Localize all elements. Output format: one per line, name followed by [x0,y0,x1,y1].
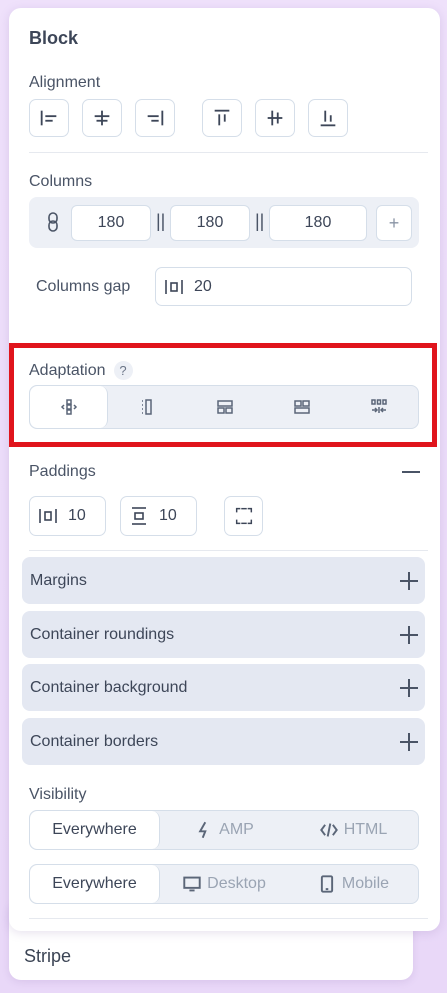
padding-sides-icon [235,507,252,525]
adaptation-option-columns[interactable] [108,386,185,428]
alignment-label: Alignment [29,74,101,91]
columns-label: Columns [29,173,93,190]
container-background-label: Container background [30,678,188,696]
visibility-device-desktop[interactable]: Desktop [160,865,289,903]
column-2-width-input[interactable]: 180 [170,205,250,241]
columns-gap-value: 20 [194,277,212,295]
margins-label: Margins [30,571,87,589]
padding-horizontal-value: 10 [68,507,86,524]
divider [29,152,428,153]
desktop-label: Desktop [207,875,266,892]
margins-section[interactable]: Margins [22,557,425,604]
paddings-label: Paddings [29,463,96,480]
column-separator: || [255,211,265,231]
expand-icon [399,732,419,752]
column-separator: || [156,211,166,231]
expand-icon [399,678,419,698]
adaptation-option-two-rows[interactable] [186,386,263,428]
columns-gap-label: Columns gap [36,278,131,295]
amp-label: AMP [219,821,254,838]
gap-icon [165,279,183,294]
adaptation-header: Adaptation ? [29,361,133,380]
columns-gap-input[interactable]: 20 [155,267,412,306]
expand-icon [399,571,419,591]
padding-vertical-value: 10 [159,507,177,524]
padding-vertical-input[interactable]: 10 [120,496,197,536]
visibility-format-amp[interactable]: AMP [160,811,289,849]
align-middle-button[interactable] [255,99,295,137]
help-icon[interactable]: ? [113,361,133,380]
adaptation-option-shrink[interactable] [341,386,418,428]
two-rows-icon [216,400,233,414]
column-dots-icon [142,399,152,415]
visibility-device-selector: Everywhere Desktop Mobile [29,864,419,904]
padding-horizontal-input[interactable]: 10 [29,496,106,536]
grid-icon [294,400,310,414]
padding-horizontal-icon [39,509,57,523]
add-column-button[interactable]: + [376,205,412,241]
align-left-button[interactable] [29,99,69,137]
container-borders-section[interactable]: Container borders [22,718,425,765]
shrink-icon [371,399,388,413]
align-center-horizontal-icon [94,110,110,126]
column-1-width-input[interactable]: 180 [71,205,151,241]
divider [29,550,428,551]
desktop-icon [183,876,201,892]
divider [29,918,428,919]
stack-icon [60,399,77,415]
visibility-format-html[interactable]: HTML [289,811,418,849]
visibility-device-everywhere[interactable]: Everywhere [30,865,160,903]
html-label: HTML [343,821,388,838]
mobile-label: Mobile [341,875,390,892]
visibility-label: Visibility [29,786,87,803]
align-middle-vertical-icon [267,110,283,126]
panel-title: Block [29,28,79,48]
link-icon[interactable] [44,212,62,232]
align-center-button[interactable] [82,99,122,137]
align-bottom-button[interactable] [308,99,348,137]
adaptation-selector [29,385,419,429]
container-borders-label: Container borders [30,732,159,750]
adaptation-option-grid[interactable] [263,386,340,428]
adaptation-label: Adaptation [29,361,106,379]
padding-vertical-icon [132,507,146,525]
align-right-button[interactable] [135,99,175,137]
adaptation-option-stack[interactable] [30,386,109,428]
stripe-label: Stripe [24,946,72,966]
visibility-format-everywhere[interactable]: Everywhere [30,811,160,849]
code-icon [319,823,338,837]
columns-row: 180 || 180 || 180 + [29,197,419,248]
block-settings-panel: Block Alignment Columns 180 || 180 || 18… [9,8,440,931]
container-roundings-label: Container roundings [30,625,175,643]
mobile-icon [320,875,334,893]
container-background-section[interactable]: Container background [22,664,425,711]
visibility-device-mobile[interactable]: Mobile [289,865,418,903]
align-left-icon [40,110,57,126]
align-right-icon [147,110,164,126]
collapse-icon[interactable] [401,462,421,482]
align-top-icon [214,109,230,126]
padding-individual-button[interactable] [224,496,263,536]
container-roundings-section[interactable]: Container roundings [22,611,425,658]
visibility-format-selector: Everywhere AMP HTML [29,810,419,850]
column-3-width-input[interactable]: 180 [269,205,367,241]
expand-icon [399,625,419,645]
align-bottom-icon [320,110,336,127]
lightning-icon [198,821,207,839]
align-top-button[interactable] [202,99,242,137]
